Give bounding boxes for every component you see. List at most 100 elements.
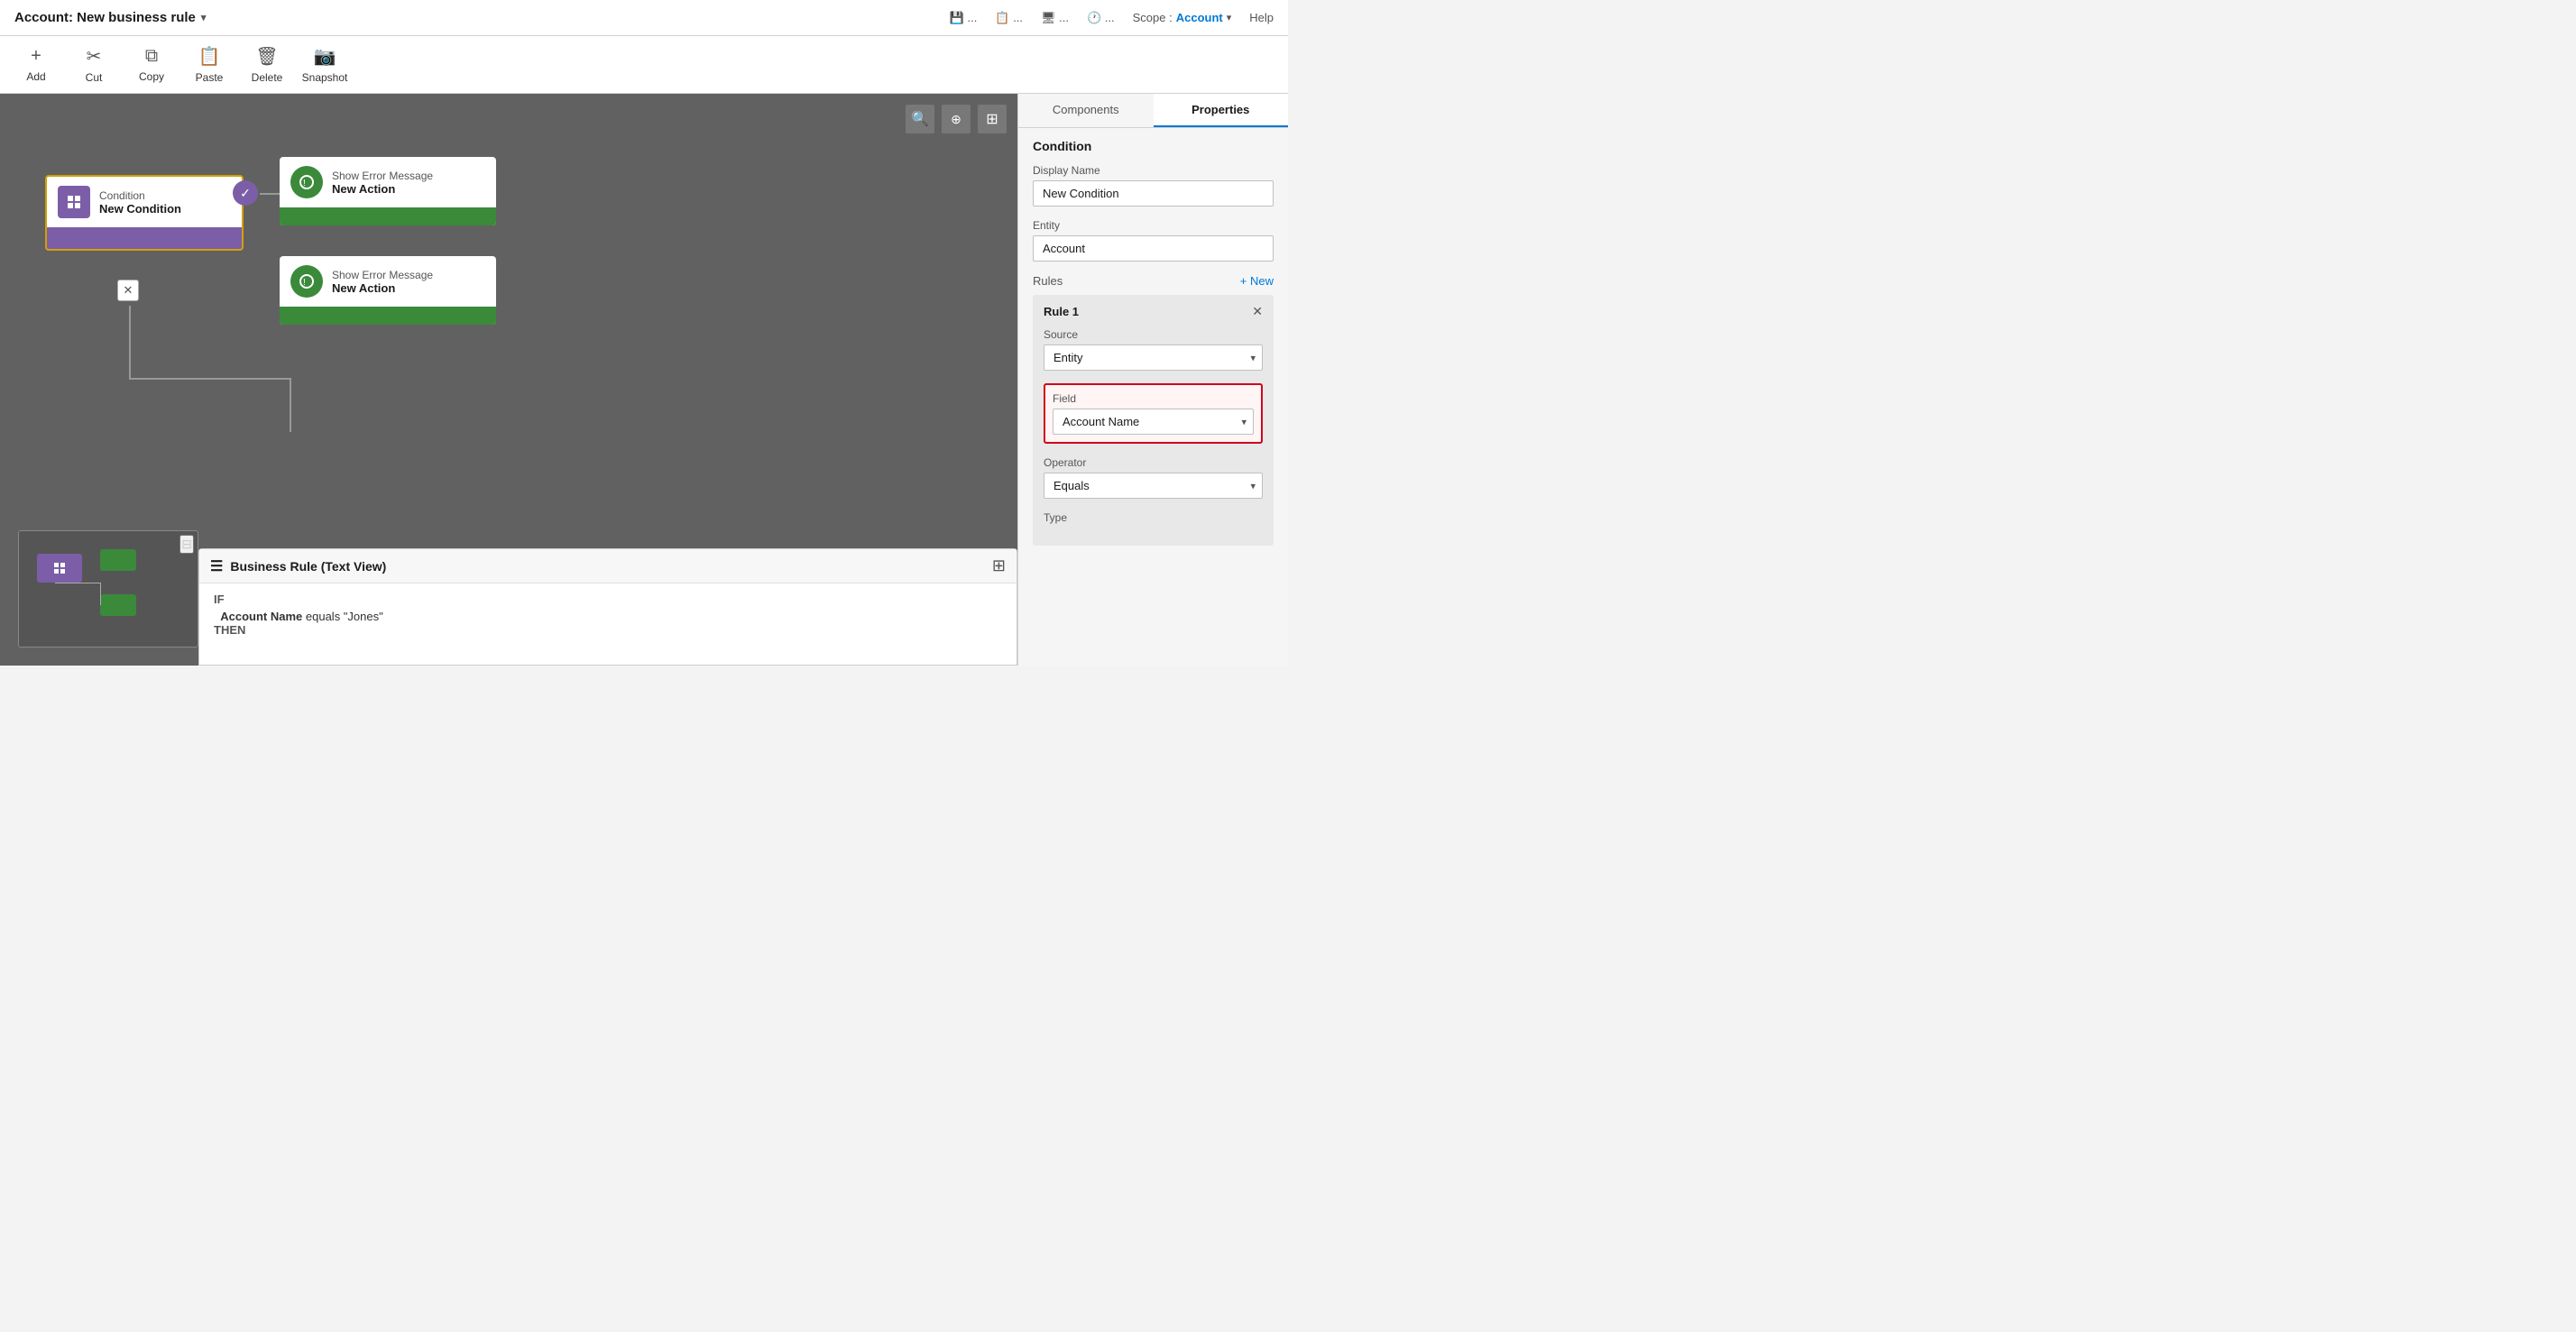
screen-icon[interactable]: 🖥 ... bbox=[1041, 11, 1069, 25]
add-button[interactable]: + Add bbox=[7, 40, 65, 90]
scope-selector[interactable]: Scope : Account ▾ bbox=[1133, 11, 1232, 24]
copy-button[interactable]: ⧉ Copy bbox=[123, 40, 180, 90]
field-label: Field bbox=[1053, 392, 1254, 405]
action-node-1[interactable]: ! Show Error Message New Action bbox=[280, 157, 496, 225]
snapshot-label: Snapshot bbox=[302, 71, 348, 84]
main-layout: 🔍 ⊕ ⊞ Condition New Condition bbox=[0, 94, 1288, 666]
copy-label: Copy bbox=[139, 70, 164, 83]
text-view-expand-button[interactable]: ⊞ bbox=[992, 556, 1006, 575]
field-group-highlight: Field Account Name Account Number City C… bbox=[1044, 383, 1263, 444]
tab-components-label: Components bbox=[1053, 103, 1119, 116]
zoom-out-icon: 🔍 bbox=[911, 110, 929, 128]
close-badge[interactable]: ✕ bbox=[117, 280, 139, 301]
action-1-type-label: Show Error Message bbox=[332, 170, 433, 182]
cut-label: Cut bbox=[86, 71, 103, 84]
action-node-1-header: ! Show Error Message New Action bbox=[280, 157, 496, 207]
add-label: Add bbox=[26, 70, 45, 83]
type-label: Type bbox=[1044, 511, 1263, 524]
text-view-icon: ☰ bbox=[210, 557, 223, 575]
action-node-2-header: ! Show Error Message New Action bbox=[280, 256, 496, 307]
text-view-title: ☰ Business Rule (Text View) bbox=[210, 557, 386, 575]
check-badge: ✓ bbox=[233, 180, 258, 206]
zoom-out-button[interactable]: 🔍 bbox=[906, 105, 934, 133]
copy-icon: ⧉ bbox=[145, 46, 158, 67]
entity-group: Entity bbox=[1033, 219, 1274, 262]
minimap-expand-button[interactable]: ⊟ bbox=[179, 535, 194, 554]
title-bar-right: 💾 ... 📋 ... 🖥 ... 🕐 ... Scope : Account … bbox=[950, 11, 1274, 25]
tab-components[interactable]: Components bbox=[1018, 94, 1154, 127]
display-name-label: Display Name bbox=[1033, 164, 1274, 177]
scope-label: Scope : bbox=[1133, 11, 1173, 24]
save-icon[interactable]: 💾 ... bbox=[950, 11, 978, 25]
display-name-input[interactable] bbox=[1033, 180, 1274, 207]
text-view-panel: ☰ Business Rule (Text View) ⊞ IF Account… bbox=[198, 548, 1017, 666]
paste-button[interactable]: 📋 Paste bbox=[180, 40, 238, 90]
scope-value: Account bbox=[1176, 11, 1223, 24]
clipboard-icon[interactable]: 📋 ... bbox=[995, 11, 1023, 25]
zoom-in-button[interactable]: ⊕ bbox=[942, 105, 971, 133]
text-view-then-label: THEN bbox=[214, 623, 1002, 637]
operator-select[interactable]: Equals Not Equals Contains Greater Than … bbox=[1044, 473, 1263, 499]
delete-label: Delete bbox=[252, 71, 283, 84]
text-view-condition-equals: equals "Jones" bbox=[306, 610, 383, 623]
tab-properties[interactable]: Properties bbox=[1154, 94, 1289, 127]
svg-text:!: ! bbox=[303, 278, 306, 288]
right-panel: Components Properties Condition Display … bbox=[1017, 94, 1288, 666]
paste-icon: 📋 bbox=[198, 45, 221, 68]
action-node-2[interactable]: ! Show Error Message New Action bbox=[280, 256, 496, 325]
clock-icon[interactable]: 🕐 ... bbox=[1087, 11, 1115, 25]
page-title: Account: New business rule bbox=[14, 10, 196, 25]
scope-chevron-icon: ▾ bbox=[1227, 12, 1232, 23]
rules-new-button[interactable]: + New bbox=[1240, 274, 1274, 288]
snapshot-button[interactable]: 📷 Snapshot bbox=[296, 40, 354, 90]
rule-box: Rule 1 ✕ Source Entity Value Formula ▾ bbox=[1033, 295, 1274, 546]
svg-text:!: ! bbox=[303, 179, 306, 188]
title-chevron-icon[interactable]: ▾ bbox=[201, 12, 207, 23]
rule-close-button[interactable]: ✕ bbox=[1252, 304, 1263, 319]
fit-screen-icon: ⊞ bbox=[986, 110, 998, 128]
help-button[interactable]: Help bbox=[1249, 11, 1274, 24]
action-2-labels: Show Error Message New Action bbox=[332, 269, 433, 295]
field-select-wrap: Account Name Account Number City Country… bbox=[1053, 409, 1254, 435]
source-label: Source bbox=[1044, 328, 1263, 341]
action-1-labels: Show Error Message New Action bbox=[332, 170, 433, 196]
zoom-in-icon: ⊕ bbox=[951, 112, 961, 127]
condition-name-label: New Condition bbox=[99, 202, 181, 216]
delete-button[interactable]: 🗑 Delete bbox=[238, 40, 296, 90]
snapshot-icon: 📷 bbox=[314, 45, 336, 68]
canvas-area[interactable]: 🔍 ⊕ ⊞ Condition New Condition bbox=[0, 94, 1017, 666]
source-select-wrap: Entity Value Formula ▾ bbox=[1044, 344, 1263, 371]
connector-vertical bbox=[129, 306, 131, 378]
field-select[interactable]: Account Name Account Number City Country bbox=[1053, 409, 1254, 435]
fit-screen-button[interactable]: ⊞ bbox=[978, 105, 1007, 133]
condition-node[interactable]: Condition New Condition bbox=[45, 175, 244, 251]
source-select[interactable]: Entity Value Formula bbox=[1044, 344, 1263, 371]
action-1-icon: ! bbox=[290, 166, 323, 198]
rules-header: Rules + New bbox=[1033, 274, 1274, 288]
delete-icon: 🗑 bbox=[255, 45, 278, 68]
text-view-condition-bold: Account Name bbox=[220, 610, 302, 623]
rule-box-header: Rule 1 ✕ bbox=[1044, 304, 1263, 319]
entity-label: Entity bbox=[1033, 219, 1274, 232]
cut-icon: ✂ bbox=[87, 45, 102, 68]
text-view-title-text: Business Rule (Text View) bbox=[230, 559, 386, 574]
panel-body: Condition Display Name Entity Rules + Ne… bbox=[1018, 128, 1288, 666]
text-view-header: ☰ Business Rule (Text View) ⊞ bbox=[199, 549, 1017, 583]
paste-label: Paste bbox=[196, 71, 224, 84]
connector-vertical-2 bbox=[290, 378, 291, 432]
mm-action-1 bbox=[100, 549, 136, 571]
text-view-if-label: IF bbox=[214, 593, 1002, 606]
source-group: Source Entity Value Formula ▾ bbox=[1044, 328, 1263, 371]
condition-labels: Condition New Condition bbox=[99, 189, 181, 216]
title-bar-left: Account: New business rule ▾ bbox=[14, 10, 206, 25]
condition-node-footer bbox=[47, 227, 242, 249]
condition-icon bbox=[58, 186, 90, 218]
mm-line-v bbox=[100, 583, 101, 605]
action-2-icon: ! bbox=[290, 265, 323, 298]
cut-button[interactable]: ✂ Cut bbox=[65, 40, 123, 90]
rules-label: Rules bbox=[1033, 274, 1063, 288]
action-node-2-footer bbox=[280, 307, 496, 325]
entity-input[interactable] bbox=[1033, 235, 1274, 262]
connector-horizontal bbox=[129, 378, 291, 380]
panel-tabs: Components Properties bbox=[1018, 94, 1288, 128]
